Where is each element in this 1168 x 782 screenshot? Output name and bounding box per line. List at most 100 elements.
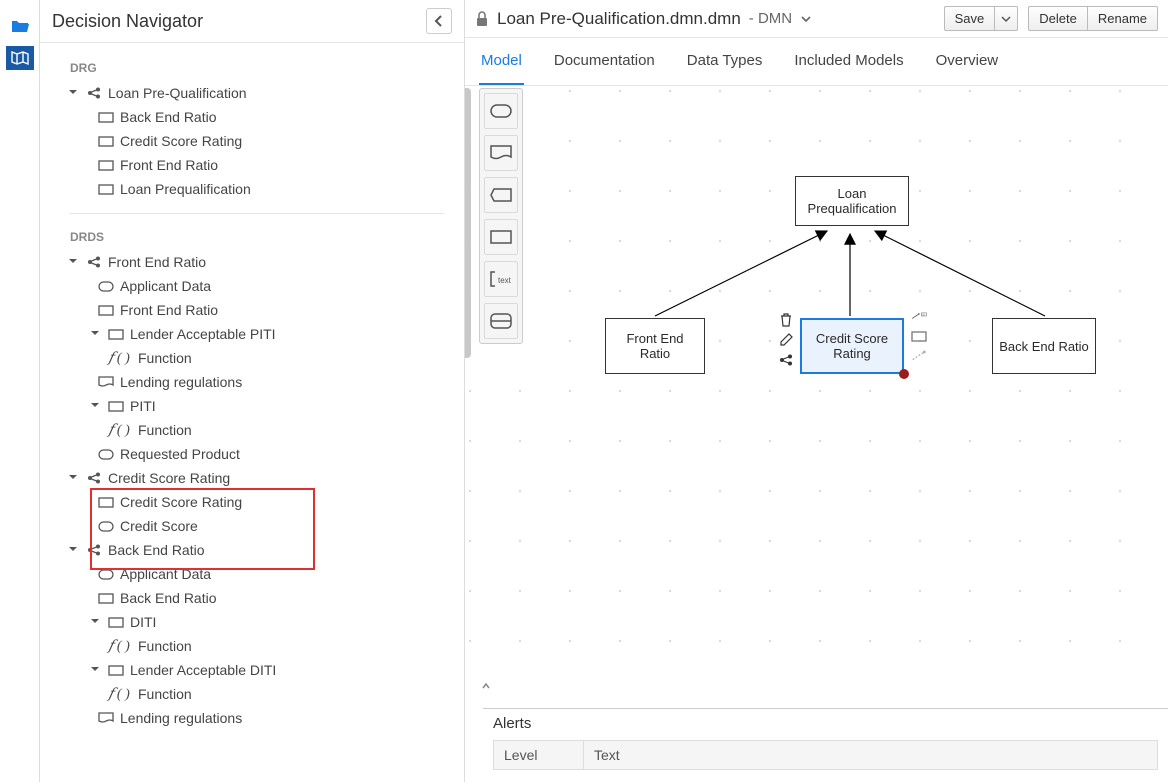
nav-rail xyxy=(0,0,40,782)
tree-item[interactable]: DITI xyxy=(82,610,464,634)
alerts-panel: Alerts Level Text xyxy=(483,708,1168,782)
tree-drg-root[interactable]: Loan Pre-Qualification xyxy=(60,81,464,105)
decision-navigator-panel: Decision Navigator DRG Loan Pre-Qualific… xyxy=(40,0,465,782)
node-label: Applicant Data xyxy=(120,566,211,582)
decision-icon xyxy=(108,615,124,629)
palette-bkm[interactable] xyxy=(484,177,518,213)
input-data-icon xyxy=(98,279,114,293)
node-label: Lender Acceptable DITI xyxy=(130,662,276,678)
caret-down-icon xyxy=(68,87,80,99)
tree-item[interactable]: 𝑓 ( ) Function xyxy=(98,682,464,706)
tree-item[interactable]: Credit Score Rating xyxy=(90,490,464,514)
trash-icon[interactable] xyxy=(778,312,794,328)
connector-icon[interactable]: txt xyxy=(911,308,927,324)
tree-item[interactable]: Lending regulations xyxy=(90,706,464,730)
tab-model[interactable]: Model xyxy=(479,38,524,85)
tree-item[interactable]: Lending regulations xyxy=(90,370,464,394)
tree-item[interactable]: Requested Product xyxy=(90,442,464,466)
tree-item[interactable]: Credit Score Rating xyxy=(90,129,464,153)
palette-text-annotation[interactable]: text xyxy=(484,261,518,297)
node-label: Back End Ratio xyxy=(108,542,205,558)
node-left-tools xyxy=(778,312,794,368)
tree-drd-root[interactable]: Back End Ratio xyxy=(60,538,464,562)
decision-icon xyxy=(98,591,114,605)
node-label: Credit Score xyxy=(120,518,198,534)
palette-decision-service[interactable] xyxy=(484,303,518,339)
tree-item[interactable]: Lender Acceptable DITI xyxy=(82,658,464,682)
tab-overview[interactable]: Overview xyxy=(934,38,1001,85)
rail-folder-icon[interactable] xyxy=(6,14,34,38)
node-label: Applicant Data xyxy=(120,278,211,294)
caret-down-icon xyxy=(90,328,102,340)
tree-item[interactable]: PITI xyxy=(82,394,464,418)
node-loan-prequalification[interactable]: Loan Prequalification xyxy=(795,176,909,226)
tree-item[interactable]: 𝑓 ( ) Function xyxy=(98,634,464,658)
lock-icon xyxy=(475,11,489,27)
collapse-sidebar-button[interactable] xyxy=(426,8,452,34)
tree-item[interactable]: Front End Ratio xyxy=(90,153,464,177)
rect-icon[interactable] xyxy=(911,328,927,344)
editor-tabs: Model Documentation Data Types Included … xyxy=(465,38,1168,86)
tab-data-types[interactable]: Data Types xyxy=(685,38,765,85)
input-data-icon xyxy=(98,447,114,461)
tree-item[interactable]: 𝑓 ( ) Function xyxy=(98,346,464,370)
doc-name: Loan Pre-Qualification.dmn.dmn xyxy=(497,9,741,29)
decision-icon xyxy=(98,182,114,196)
node-label: Credit Score Rating xyxy=(120,133,242,149)
tree-item[interactable]: Applicant Data xyxy=(90,562,464,586)
decision-icon xyxy=(98,303,114,317)
node-label: Loan Pre-Qualification xyxy=(108,85,247,101)
share-icon xyxy=(86,543,102,557)
doc-actions: Delete Rename xyxy=(1028,6,1158,31)
dotted-connector-icon[interactable] xyxy=(911,348,927,364)
node-label: PITI xyxy=(130,398,156,414)
caret-down-icon xyxy=(90,616,102,628)
tree-item[interactable]: Loan Prequalification xyxy=(90,177,464,201)
decision-icon xyxy=(98,110,114,124)
palette-input-data[interactable] xyxy=(484,93,518,129)
node-label: Lender Acceptable PITI xyxy=(130,326,276,342)
tree-item[interactable]: Back End Ratio xyxy=(90,105,464,129)
node-label: Requested Product xyxy=(120,446,240,462)
share-icon[interactable] xyxy=(778,352,794,368)
delete-button[interactable]: Delete xyxy=(1028,6,1087,31)
node-label: Front End Ratio xyxy=(120,302,218,318)
tab-documentation[interactable]: Documentation xyxy=(552,38,657,85)
tree-item[interactable]: Credit Score xyxy=(90,514,464,538)
tree-item[interactable]: 𝑓 ( ) Function xyxy=(98,418,464,442)
tree-item[interactable]: Applicant Data xyxy=(90,274,464,298)
tab-included-models[interactable]: Included Models xyxy=(792,38,905,85)
save-dropdown-button[interactable] xyxy=(994,6,1018,31)
knowledge-source-icon xyxy=(98,375,114,389)
node-credit-score-rating[interactable]: Credit Score Rating xyxy=(800,318,904,374)
palette: text xyxy=(479,88,523,344)
node-front-end-ratio[interactable]: Front End Ratio xyxy=(605,318,705,374)
document-title[interactable]: Loan Pre-Qualification.dmn.dmn - DMN xyxy=(475,9,812,29)
expand-alerts-icon[interactable] xyxy=(480,680,492,692)
svg-text:text: text xyxy=(498,276,512,285)
alerts-table: Level Text xyxy=(493,740,1158,770)
edit-icon[interactable] xyxy=(778,332,794,348)
tree-item[interactable]: Lender Acceptable PITI xyxy=(82,322,464,346)
decision-icon xyxy=(108,327,124,341)
node-label: Function xyxy=(138,422,192,438)
palette-knowledge-source[interactable] xyxy=(484,135,518,171)
save-button[interactable]: Save xyxy=(944,6,995,31)
rename-button[interactable]: Rename xyxy=(1087,6,1158,31)
tree-drd-root[interactable]: Credit Score Rating xyxy=(60,466,464,490)
tree-item[interactable]: Back End Ratio xyxy=(90,586,464,610)
node-back-end-ratio[interactable]: Back End Ratio xyxy=(992,318,1096,374)
palette-decision[interactable] xyxy=(484,219,518,255)
decision-icon xyxy=(98,495,114,509)
sidebar-title: Decision Navigator xyxy=(52,11,203,32)
editor-header: Loan Pre-Qualification.dmn.dmn - DMN Sav… xyxy=(465,0,1168,38)
function-icon: 𝑓 ( ) xyxy=(106,423,132,437)
tree-drd-root[interactable]: Front End Ratio xyxy=(60,250,464,274)
node-label: Lending regulations xyxy=(120,374,242,390)
resize-handle-icon[interactable] xyxy=(899,369,909,379)
rail-map-icon[interactable] xyxy=(6,46,34,70)
canvas[interactable]: text Loan Prequalification Front End Rat… xyxy=(465,86,1168,782)
decision-icon xyxy=(98,158,114,172)
tree-item[interactable]: Front End Ratio xyxy=(90,298,464,322)
tree-section-drg: DRG xyxy=(50,49,464,81)
